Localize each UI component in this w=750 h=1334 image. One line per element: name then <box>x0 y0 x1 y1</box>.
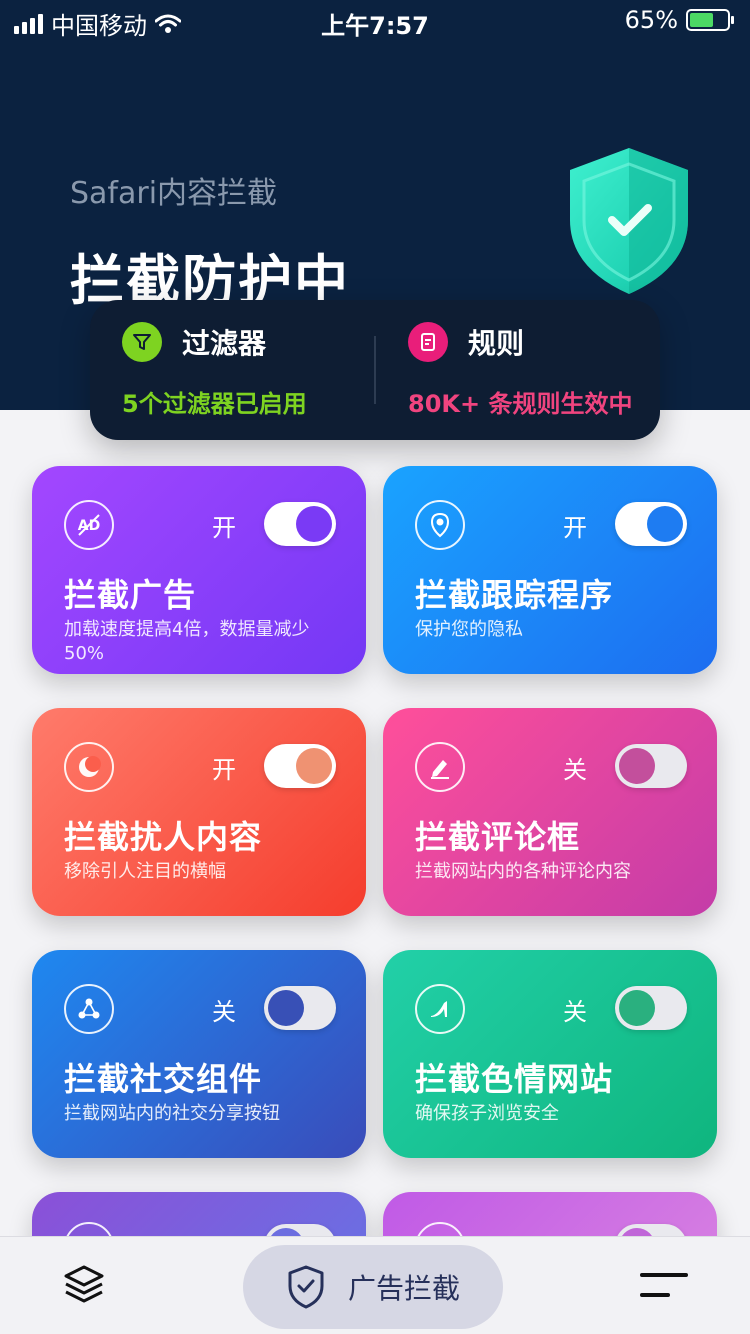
card-description: 加载速度提高4倍，数据量减少50% <box>64 619 310 664</box>
card-title: 拦截色情网站 <box>415 1060 614 1098</box>
tab-bar: 广告拦截 <box>0 1236 750 1334</box>
filters-label: 过滤器 <box>182 327 267 360</box>
card-description: 移除引人注目的横幅 <box>64 861 226 882</box>
status-bar: 中国移动 上午7:57 65% <box>0 0 750 42</box>
block-comments-toggle[interactable] <box>615 744 687 788</box>
shield-check-icon <box>570 148 688 294</box>
card-title: 拦截广告 <box>64 576 197 614</box>
stats-card: 过滤器 5个过滤器已启用 规则 80K+ 条规则生效中 <box>90 300 660 440</box>
card-description: 确保孩子浏览安全 <box>415 1103 559 1124</box>
card-block-social[interactable]: 关 拦截社交组件 拦截网站内的社交分享按钮 <box>32 950 366 1158</box>
filters-stat[interactable]: 过滤器 5个过滤器已启用 <box>122 322 307 419</box>
toggle-state-label: 关 <box>563 998 587 1026</box>
battery-icon <box>686 9 734 31</box>
toggle-state-label: 关 <box>563 756 587 784</box>
block-adult-toggle[interactable] <box>615 986 687 1030</box>
rules-label: 规则 <box>468 327 525 360</box>
block-ads-toggle[interactable] <box>264 502 336 546</box>
document-icon <box>408 322 448 362</box>
toggle-state-label: 开 <box>212 756 236 784</box>
card-title: 拦截跟踪程序 <box>415 576 614 614</box>
block-annoyances-toggle[interactable] <box>264 744 336 788</box>
tracker-icon <box>415 500 465 550</box>
card-title: 拦截社交组件 <box>64 1060 263 1098</box>
card-block-adult[interactable]: 关 拦截色情网站 确保孩子浏览安全 <box>383 950 717 1158</box>
card-block-ads[interactable]: AD 开 拦截广告 加载速度提高4倍，数据量减少50% <box>32 466 366 674</box>
card-description: 拦截网站内的各种评论内容 <box>415 861 631 882</box>
rules-stat[interactable]: 规则 80K+ 条规则生效中 <box>408 322 632 419</box>
tab-ad-block-label: 广告拦截 <box>347 1272 460 1305</box>
card-block-comments[interactable]: 关 拦截评论框 拦截网站内的各种评论内容 <box>383 708 717 916</box>
divider <box>374 336 376 404</box>
share-icon <box>64 984 114 1034</box>
moon-icon <box>64 742 114 792</box>
menu-icon[interactable] <box>640 1273 688 1299</box>
filters-value: 5个过滤器已启用 <box>122 390 307 418</box>
toggle-state-label: 开 <box>563 514 587 542</box>
filter-icon <box>122 322 162 362</box>
card-title: 拦截扰人内容 <box>64 818 263 856</box>
pen-icon <box>415 742 465 792</box>
battery-percent: 65% <box>624 6 678 34</box>
tab-ad-block[interactable]: 广告拦截 <box>243 1245 503 1329</box>
toggle-state-label: 开 <box>212 514 236 542</box>
ad-icon: AD <box>64 500 114 550</box>
card-block-trackers[interactable]: 开 拦截跟踪程序 保护您的隐私 <box>383 466 717 674</box>
layers-icon[interactable] <box>60 1261 108 1309</box>
heel-icon <box>415 984 465 1034</box>
card-description: 保护您的隐私 <box>415 619 523 640</box>
toggle-state-label: 关 <box>212 998 236 1026</box>
card-title: 拦截评论框 <box>415 818 581 856</box>
card-block-annoyances[interactable]: 开 拦截扰人内容 移除引人注目的横幅 <box>32 708 366 916</box>
card-description: 拦截网站内的社交分享按钮 <box>64 1103 280 1124</box>
shield-check-icon <box>288 1265 324 1309</box>
block-trackers-toggle[interactable] <box>615 502 687 546</box>
page-subtitle: Safari内容拦截 <box>70 176 278 211</box>
block-social-toggle[interactable] <box>264 986 336 1030</box>
rules-value: 80K+ 条规则生效中 <box>408 390 633 418</box>
